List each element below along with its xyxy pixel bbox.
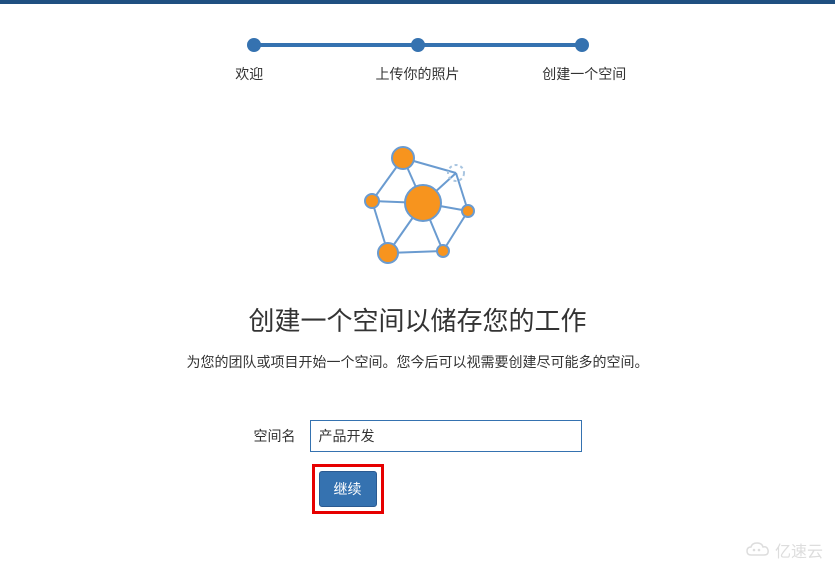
progress-label-create: 创建一个空间	[542, 64, 626, 84]
progress-node-create	[575, 38, 589, 52]
watermark-text: 亿速云	[775, 538, 823, 562]
top-bar	[0, 0, 835, 4]
space-name-row: 空间名	[0, 420, 835, 452]
cloud-icon	[745, 541, 771, 559]
space-name-input[interactable]	[310, 420, 582, 452]
progress-label-welcome: 欢迎	[235, 64, 263, 84]
submit-highlight: 继续	[312, 464, 384, 514]
page-heading: 创建一个空间以储存您的工作	[0, 301, 835, 338]
watermark: 亿速云	[745, 538, 823, 562]
progress-node-upload	[411, 38, 425, 52]
progress-node-welcome	[247, 38, 261, 52]
submit-row: 继续	[0, 464, 835, 514]
network-icon	[348, 143, 488, 273]
page-subheading: 为您的团队或项目开始一个空间。您今后可以视需要创建尽可能多的空间。	[0, 352, 835, 372]
progress-stepper: 欢迎 上传你的照片 创建一个空间	[0, 38, 835, 78]
network-illustration	[0, 143, 835, 273]
space-name-label: 空间名	[254, 426, 296, 446]
continue-button[interactable]: 继续	[319, 471, 377, 507]
progress-label-upload: 上传你的照片	[376, 64, 460, 84]
